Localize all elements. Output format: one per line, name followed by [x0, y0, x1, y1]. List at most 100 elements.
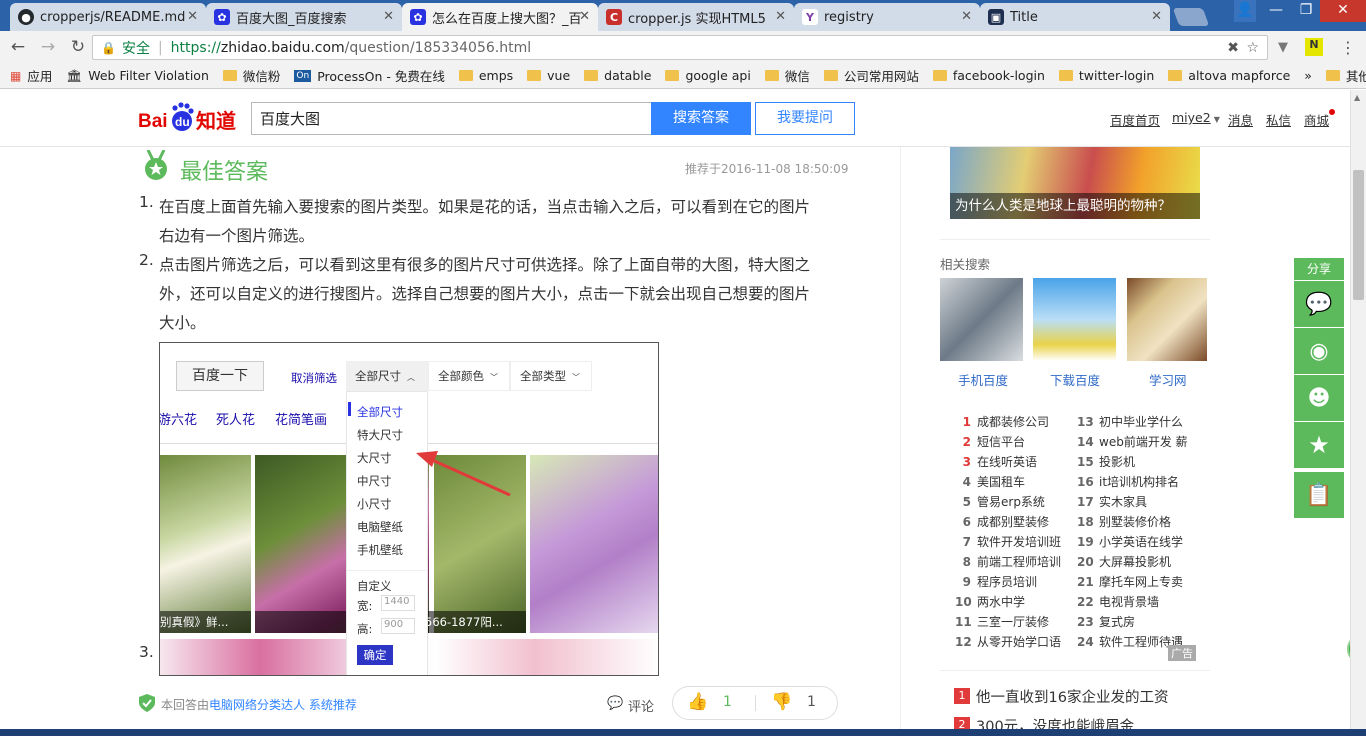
hot-search-item[interactable]: 6 成都别墅装修	[955, 512, 1049, 532]
hot-search-item[interactable]: 11 三室一厅装修	[955, 612, 1049, 632]
news-link[interactable]: 他一直收到16家企业发的工资	[976, 686, 1168, 707]
profile-icon[interactable]: 👤	[1234, 0, 1256, 22]
expert-link[interactable]: 电脑网络分类达人	[209, 698, 305, 712]
baidu-zhidao-logo[interactable]: Bai du 知道	[138, 100, 242, 136]
close-icon[interactable]: ✕	[187, 9, 198, 24]
bookmark-other[interactable]: 其他书签	[1325, 66, 1366, 85]
bookmark-web-filter[interactable]: 🏛 Web Filter Violation	[66, 68, 209, 84]
bookmark-apps[interactable]: ▦ 应用	[10, 66, 52, 85]
hot-search-item[interactable]: 7 软件开发培训班	[955, 532, 1061, 552]
hot-search-item[interactable]: 9 程序员培训	[955, 572, 1037, 592]
hot-search-item[interactable]: 20 大屏幕投影机	[1077, 552, 1171, 572]
related-image-mobile-baidu[interactable]	[940, 278, 1023, 361]
answer-screenshot[interactable]: ⌕ 百度一下 取消筛选 全部尺寸︿ 全部颜色﹀ 全部类型﹀ 游六花 死人花 花简…	[159, 342, 659, 676]
hot-search-item[interactable]: 19 小学英语在线学	[1077, 532, 1183, 552]
search-answer-button[interactable]: 搜索答案	[651, 102, 751, 135]
github-icon: ●	[18, 9, 34, 25]
bookmark-folder[interactable]: 微信	[764, 66, 810, 85]
tab-cropper-html5[interactable]: C cropper.js 实现HTML5 ✕	[598, 3, 794, 31]
address-bar[interactable]: 🔒 安全 | https:// zhidao.baidu.com /questi…	[92, 35, 1268, 60]
minimize-button[interactable]: —	[1262, 0, 1290, 22]
share-wechat-button[interactable]: 💬	[1294, 281, 1344, 327]
bookmarks-overflow[interactable]: »	[1304, 68, 1312, 83]
comment-link[interactable]: 评论	[628, 696, 654, 715]
hot-search-item[interactable]: 18 别墅装修价格	[1077, 512, 1171, 532]
related-link[interactable]: 学习网	[1149, 370, 1187, 389]
bookmark-folder[interactable]: 微信粉	[222, 66, 280, 85]
hot-search-item[interactable]: 13 初中毕业学什么	[1077, 412, 1183, 432]
close-icon[interactable]: ✕	[775, 9, 786, 24]
menu-icon[interactable]: ⋮	[1340, 38, 1356, 57]
share-weibo-button[interactable]: ◉	[1294, 328, 1344, 374]
close-icon[interactable]: ✕	[383, 9, 394, 24]
hot-search-item[interactable]: 21 摩托车网上专卖	[1077, 572, 1183, 592]
tab-title[interactable]: ▣ Title ✕	[980, 3, 1170, 31]
back-icon[interactable]: ←	[6, 37, 30, 57]
close-icon[interactable]: ✕	[961, 9, 972, 24]
extension-n-icon[interactable]: N	[1305, 38, 1323, 56]
hot-search-item[interactable]: 12 从零开始学口语	[955, 632, 1061, 652]
bookmark-folder[interactable]: altova mapforce	[1168, 68, 1290, 83]
messages-link[interactable]: 消息	[1228, 110, 1253, 129]
thumbs-down-icon[interactable]: 👎	[771, 692, 792, 712]
user-menu-link[interactable]: miye2 ▼	[1172, 110, 1220, 125]
building-icon: 🏛	[66, 67, 83, 83]
close-icon[interactable]: ✕	[1151, 9, 1162, 24]
bookmark-folder[interactable]: emps	[458, 68, 513, 83]
shop-link[interactable]: 商城	[1304, 110, 1329, 129]
new-tab-button[interactable]	[1172, 8, 1210, 26]
sidebar-banner-image[interactable]: 为什么人类是地球上最聪明的物种？	[950, 147, 1200, 219]
close-window-button[interactable]: ✕	[1320, 0, 1366, 22]
related-image-download-baidu[interactable]	[1033, 278, 1116, 361]
hot-search-text: it培训机构排名	[1099, 475, 1180, 489]
ask-question-button[interactable]: 我要提问	[755, 102, 855, 135]
hot-search-item[interactable]: 14 web前端开发 薪	[1077, 432, 1188, 452]
bookmark-processon[interactable]: On ProcessOn - 免费在线	[294, 66, 445, 85]
hot-search-item[interactable]: 1 成都装修公司	[955, 412, 1049, 432]
page-scrollbar[interactable]: ▲	[1350, 90, 1366, 736]
bookmark-folder[interactable]: facebook-login	[932, 68, 1045, 83]
tab-zhidao-question[interactable]: ✿ 怎么在百度上搜大图？_百 ✕	[402, 3, 598, 31]
bookmark-star-icon[interactable]: ☆	[1246, 40, 1259, 56]
share-qq-button[interactable]: ☻	[1294, 375, 1344, 421]
hot-search-item[interactable]: 15 投影机	[1077, 452, 1135, 472]
extension-icon[interactable]: ✖	[1227, 40, 1239, 56]
tab-registry[interactable]: Y registry ✕	[794, 3, 980, 31]
bookmark-folder[interactable]: datable	[584, 68, 651, 83]
hot-search-item[interactable]: 16 it培训机构排名	[1077, 472, 1179, 492]
search-input[interactable]	[251, 102, 651, 135]
hot-rank: 12	[955, 635, 972, 649]
related-link[interactable]: 下载百度	[1050, 370, 1100, 389]
download-icon[interactable]: ▼	[1278, 40, 1288, 55]
bookmark-folder[interactable]: vue	[527, 68, 570, 83]
restore-button[interactable]: ❐	[1292, 0, 1320, 22]
hot-search-item[interactable]: 8 前端工程师培训	[955, 552, 1061, 572]
hot-search-item[interactable]: 10 两水中学	[955, 592, 1025, 612]
forward-icon[interactable]: →	[36, 37, 60, 57]
tab-baidu-search[interactable]: ✿ 百度大图_百度搜索 ✕	[206, 3, 402, 31]
scrollbar-thumb[interactable]	[1353, 170, 1364, 300]
baidu-home-link[interactable]: 百度首页	[1110, 110, 1160, 129]
related-link[interactable]: 手机百度	[958, 370, 1008, 389]
hot-search-item[interactable]: 3 在线听英语	[955, 452, 1037, 472]
bookmark-folder[interactable]: 公司常用网站	[823, 66, 919, 85]
hot-search-item[interactable]: 17 实木家具	[1077, 492, 1147, 512]
hot-search-item[interactable]: 23 复式房	[1077, 612, 1135, 632]
hot-search-item[interactable]: 5 管易erp系统	[955, 492, 1045, 512]
feedback-button[interactable]: 📋	[1294, 472, 1344, 518]
hot-search-item[interactable]: 4 美国租车	[955, 472, 1025, 492]
thumbs-up-icon[interactable]: 👍	[687, 692, 708, 712]
hot-search-item[interactable]: 22 电视背景墙	[1077, 592, 1159, 612]
folder-icon	[823, 70, 838, 81]
width-input: 1440	[381, 595, 415, 611]
private-messages-link[interactable]: 私信	[1266, 110, 1291, 129]
close-icon[interactable]: ✕	[579, 9, 590, 24]
bookmark-folder[interactable]: google api	[665, 68, 751, 83]
hot-search-item[interactable]: 2 短信平台	[955, 432, 1025, 452]
share-qzone-button[interactable]: ★	[1294, 422, 1344, 468]
reload-icon[interactable]: ↻	[66, 37, 90, 57]
scroll-up-icon[interactable]: ▲	[1354, 93, 1360, 102]
bookmark-folder[interactable]: twitter-login	[1058, 68, 1154, 83]
tab-cropperjs-readme[interactable]: ● cropperjs/README.md ✕	[10, 3, 206, 31]
related-image-study[interactable]	[1127, 278, 1207, 361]
